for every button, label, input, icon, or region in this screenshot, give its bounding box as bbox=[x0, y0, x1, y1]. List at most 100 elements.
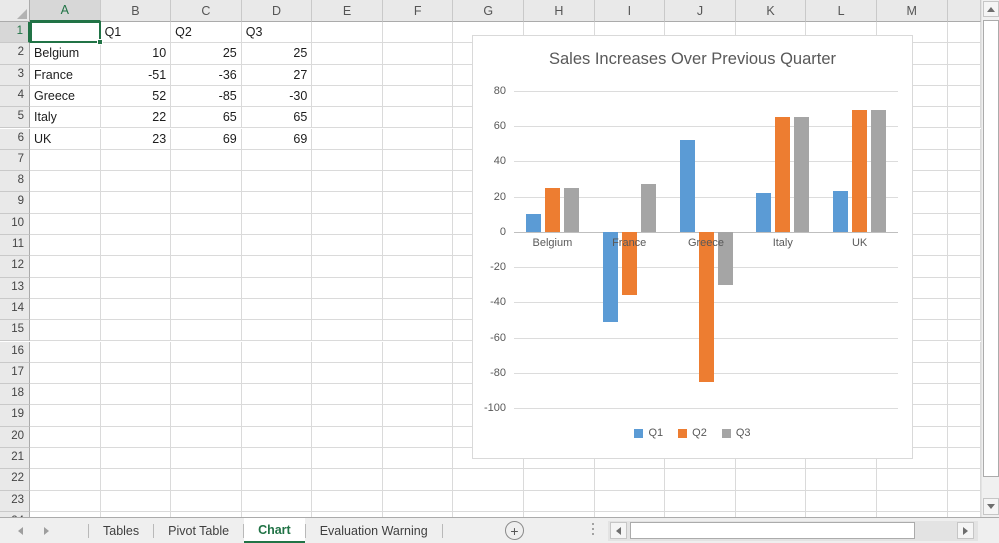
cell-E16[interactable] bbox=[312, 341, 383, 363]
scroll-right-button[interactable] bbox=[957, 522, 974, 539]
cell-E8[interactable] bbox=[312, 171, 383, 193]
row-header-2[interactable]: 2 bbox=[0, 43, 30, 65]
cell-F8[interactable] bbox=[382, 171, 454, 193]
cell-C9[interactable] bbox=[171, 192, 242, 214]
chart-bar-Q1-Greece[interactable] bbox=[679, 140, 695, 232]
legend-item-Q2[interactable]: Q2 bbox=[678, 427, 707, 439]
cell-E17[interactable] bbox=[312, 362, 383, 385]
legend-item-Q1[interactable]: Q1 bbox=[634, 427, 663, 439]
cell-E18[interactable] bbox=[312, 384, 383, 406]
cell-partial-10[interactable] bbox=[947, 213, 981, 235]
cell-B20[interactable] bbox=[100, 426, 172, 448]
cell-D23[interactable] bbox=[241, 490, 313, 512]
legend-item-Q3[interactable]: Q3 bbox=[721, 427, 751, 439]
row-header-14[interactable]: 14 bbox=[0, 298, 30, 321]
cell-E15[interactable] bbox=[312, 320, 383, 342]
cell-F15[interactable] bbox=[382, 320, 454, 342]
cell-L23[interactable] bbox=[806, 490, 877, 512]
cell-E19[interactable] bbox=[312, 405, 383, 427]
row-header-20[interactable]: 20 bbox=[0, 426, 30, 448]
chart-title[interactable]: Sales Increases Over Previous Quarter bbox=[473, 50, 912, 69]
column-header-C[interactable]: C bbox=[171, 0, 242, 22]
cell-C22[interactable] bbox=[171, 469, 242, 491]
vertical-scrollbar-thumb[interactable] bbox=[983, 20, 999, 477]
cell-A17[interactable] bbox=[30, 362, 101, 385]
cell-C12[interactable] bbox=[171, 256, 242, 278]
cell-A3[interactable]: France bbox=[30, 64, 101, 86]
chart-bar-Q2-UK[interactable] bbox=[852, 110, 868, 232]
cell-D13[interactable] bbox=[241, 277, 313, 299]
cell-F7[interactable] bbox=[382, 149, 454, 172]
cell-partial-16[interactable] bbox=[947, 341, 981, 363]
cell-D12[interactable] bbox=[241, 256, 313, 278]
cell-D14[interactable] bbox=[241, 298, 313, 321]
cell-E12[interactable] bbox=[312, 256, 383, 278]
chart-bar-Q1-Italy[interactable] bbox=[756, 193, 772, 232]
cell-B12[interactable] bbox=[100, 256, 172, 278]
cell-B14[interactable] bbox=[100, 298, 172, 321]
cell-C14[interactable] bbox=[171, 298, 242, 321]
row-header-17[interactable]: 17 bbox=[0, 362, 30, 385]
cell-F5[interactable] bbox=[382, 107, 454, 129]
row-header-13[interactable]: 13 bbox=[0, 277, 30, 299]
cell-E9[interactable] bbox=[312, 192, 383, 214]
cell-D4[interactable]: -30 bbox=[241, 85, 313, 108]
cell-F12[interactable] bbox=[382, 256, 454, 278]
column-header-F[interactable]: F bbox=[382, 0, 454, 22]
cell-A21[interactable] bbox=[30, 448, 101, 470]
cell-C16[interactable] bbox=[171, 341, 242, 363]
row-header-18[interactable]: 18 bbox=[0, 384, 30, 406]
cell-partial-13[interactable] bbox=[947, 277, 981, 299]
cell-D5[interactable]: 65 bbox=[241, 107, 313, 129]
cell-B18[interactable] bbox=[100, 384, 172, 406]
cell-G22[interactable] bbox=[453, 469, 525, 491]
column-header-D[interactable]: D bbox=[241, 0, 313, 22]
row-header-6[interactable]: 6 bbox=[0, 128, 30, 150]
chart-bar-Q1-Belgium[interactable] bbox=[525, 214, 541, 232]
chart-bar-Q2-Italy[interactable] bbox=[775, 117, 791, 232]
cell-A7[interactable] bbox=[30, 149, 101, 172]
cell-G23[interactable] bbox=[453, 490, 525, 512]
cell-F22[interactable] bbox=[382, 469, 454, 491]
cell-partial-19[interactable] bbox=[947, 405, 981, 427]
cell-F13[interactable] bbox=[382, 277, 454, 299]
cell-C8[interactable] bbox=[171, 171, 242, 193]
column-header-K[interactable]: K bbox=[735, 0, 807, 22]
row-header-3[interactable]: 3 bbox=[0, 64, 30, 86]
chart-bar-Q2-Greece[interactable] bbox=[698, 231, 714, 382]
cell-D20[interactable] bbox=[241, 426, 313, 448]
cell-L22[interactable] bbox=[806, 469, 877, 491]
chart-bar-Q3-Italy[interactable] bbox=[794, 117, 810, 232]
row-header-15[interactable]: 15 bbox=[0, 320, 30, 342]
chart-bar-Q3-France[interactable] bbox=[640, 184, 656, 232]
add-sheet-button[interactable]: + bbox=[505, 521, 524, 540]
splitter-grip-icon[interactable] bbox=[592, 523, 594, 535]
cell-B23[interactable] bbox=[100, 490, 172, 512]
cell-D16[interactable] bbox=[241, 341, 313, 363]
chart-legend[interactable]: Q1 Q2 Q3 bbox=[473, 427, 912, 439]
cell-C1[interactable]: Q2 bbox=[171, 22, 242, 44]
sheet-tab-evaluation-warning[interactable]: Evaluation Warning bbox=[306, 518, 442, 543]
cell-F23[interactable] bbox=[382, 490, 454, 512]
cell-E6[interactable] bbox=[312, 128, 383, 150]
cell-A19[interactable] bbox=[30, 405, 101, 427]
chart-bar-Q1-UK[interactable] bbox=[833, 191, 849, 232]
cell-C10[interactable] bbox=[171, 213, 242, 235]
cell-C15[interactable] bbox=[171, 320, 242, 342]
cell-partial-21[interactable] bbox=[947, 448, 981, 470]
cell-B17[interactable] bbox=[100, 362, 172, 385]
cell-partial-1[interactable] bbox=[947, 22, 981, 44]
cell-B11[interactable] bbox=[100, 235, 172, 257]
cell-A13[interactable] bbox=[30, 277, 101, 299]
cell-A6[interactable]: UK bbox=[30, 128, 101, 150]
cell-B5[interactable]: 22 bbox=[100, 107, 172, 129]
cell-E22[interactable] bbox=[312, 469, 383, 491]
cell-partial-2[interactable] bbox=[947, 43, 981, 65]
cell-E1[interactable] bbox=[312, 22, 383, 44]
cell-B9[interactable] bbox=[100, 192, 172, 214]
cell-A14[interactable] bbox=[30, 298, 101, 321]
cell-C20[interactable] bbox=[171, 426, 242, 448]
chart-bar-Q3-UK[interactable] bbox=[871, 110, 887, 232]
cell-E2[interactable] bbox=[312, 43, 383, 65]
row-header-9[interactable]: 9 bbox=[0, 192, 30, 214]
